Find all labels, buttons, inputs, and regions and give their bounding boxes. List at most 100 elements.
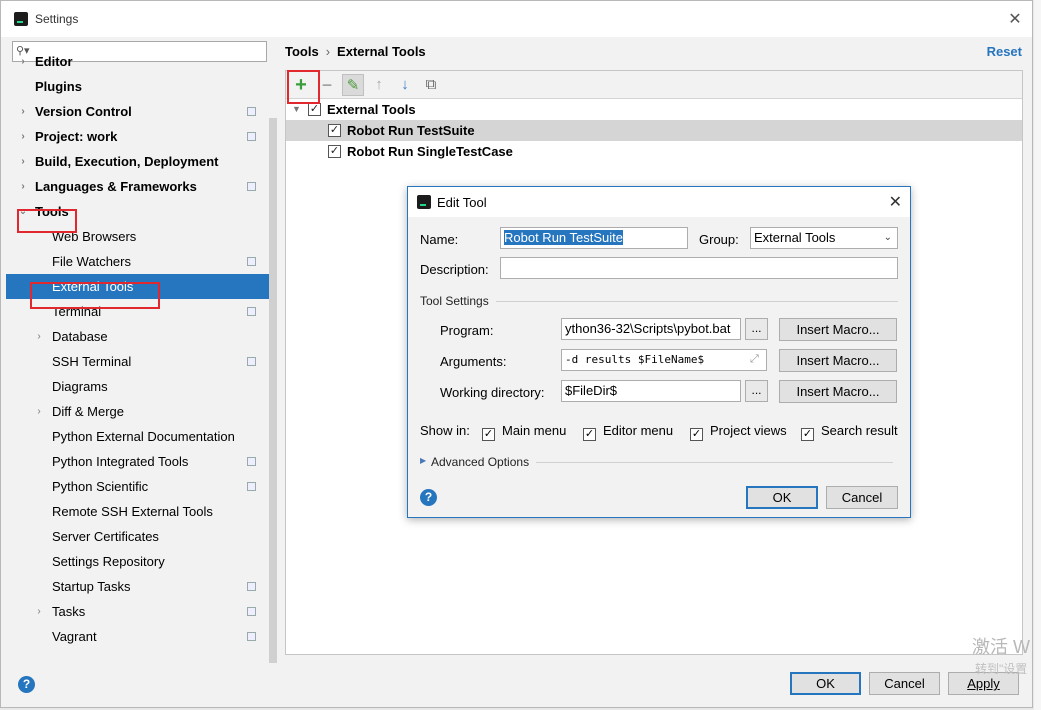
insert-macro-program-button[interactable]: Insert Macro... [779, 318, 897, 341]
chevron-right-icon[interactable]: › [17, 49, 29, 74]
sidebar-scrollbar[interactable] [269, 118, 277, 663]
arguments-input[interactable]: -d results $FileName$ [561, 349, 767, 371]
dialog-title: Edit Tool [437, 195, 487, 210]
sidebar-item[interactable]: ⌄ Tools [6, 199, 274, 224]
show-in-search-result-checkbox[interactable]: ✓ Search result [801, 423, 898, 441]
tool-checkbox[interactable]: ✓ [328, 124, 341, 137]
sidebar-item[interactable]: Python Scientific [6, 474, 274, 499]
name-input[interactable]: Robot Run TestSuite [500, 227, 688, 249]
group-value: External Tools [754, 230, 836, 245]
working-directory-input[interactable]: $FileDir$ [561, 380, 741, 402]
dialog-cancel-button[interactable]: Cancel [826, 486, 898, 509]
sidebar-item[interactable]: › Project: work [6, 124, 274, 149]
sidebar-item[interactable]: External Tools [6, 274, 274, 299]
help-icon[interactable]: ? [18, 676, 35, 693]
breadcrumb-parent[interactable]: Tools [285, 44, 319, 59]
project-level-icon [247, 357, 256, 366]
sidebar-item[interactable]: › Editor [6, 49, 274, 74]
chevron-down-icon[interactable]: ⌄ [17, 199, 29, 224]
show-in-label: Show in: [420, 423, 470, 438]
tool-group-row[interactable]: ▼ ✓ External Tools [286, 99, 1022, 120]
sidebar-item[interactable]: Plugins [6, 74, 274, 99]
group-select[interactable]: External Tools ⌄ [750, 227, 898, 249]
sidebar-item[interactable]: › Languages & Frameworks [6, 174, 274, 199]
sidebar-item[interactable]: Server Certificates [6, 524, 274, 549]
sidebar-item[interactable]: Startup Tasks [6, 574, 274, 599]
settings-sidebar: ⚲▾ › Editor Plugins › Version Control › Projec… [6, 38, 277, 663]
activation-watermark: 激活 W [972, 637, 1030, 657]
chevron-right-icon[interactable]: › [33, 599, 45, 624]
sidebar-item[interactable]: Remote SSH External Tools [6, 499, 274, 524]
program-input[interactable]: ython36-32\Scripts\pybot.bat [561, 318, 741, 340]
close-icon[interactable]: ✕ [1006, 9, 1024, 29]
sidebar-item-label: Vagrant [52, 629, 97, 644]
remove-tool-button[interactable]: − [316, 74, 338, 96]
copy-tool-button[interactable]: ⧉ [420, 74, 442, 96]
chevron-right-icon[interactable]: › [17, 174, 29, 199]
sidebar-item[interactable]: › Build, Execution, Deployment [6, 149, 274, 174]
tool-checkbox[interactable]: ✓ [328, 145, 341, 158]
edit-tool-button[interactable]: ✎ [342, 74, 364, 96]
sidebar-item[interactable]: › Tasks [6, 599, 274, 624]
sidebar-item[interactable]: Terminal [6, 299, 274, 324]
sidebar-item[interactable]: Settings Repository [6, 549, 274, 574]
dialog-ok-button[interactable]: OK [746, 486, 818, 509]
arguments-label: Arguments: [440, 354, 507, 369]
name-value: Robot Run TestSuite [504, 230, 623, 245]
tool-row[interactable]: ✓ Robot Run SingleTestCase [286, 141, 1022, 162]
chevron-right-icon[interactable]: › [17, 149, 29, 174]
sidebar-item[interactable]: File Watchers [6, 249, 274, 274]
browse-program-button[interactable]: ... [745, 318, 768, 340]
checkbox-label: Editor menu [603, 423, 674, 438]
chevron-right-icon[interactable]: › [17, 124, 29, 149]
show-in-editor-menu-checkbox[interactable]: ✓ Editor menu [583, 423, 673, 441]
sidebar-item[interactable]: Python Integrated Tools [6, 449, 274, 474]
sidebar-item[interactable]: Web Browsers [6, 224, 274, 249]
checkbox-check: ✓ [583, 428, 596, 441]
move-up-button[interactable]: ↑ [368, 74, 390, 96]
chevron-right-icon[interactable]: › [17, 99, 29, 124]
advanced-options-label[interactable]: Advanced Options [431, 455, 529, 469]
show-in-main-menu-checkbox[interactable]: ✓ Main menu [482, 423, 566, 441]
chevron-right-icon[interactable]: › [33, 399, 45, 424]
sidebar-item-label: Languages & Frameworks [35, 179, 197, 194]
sidebar-item-label: Editor [35, 54, 73, 69]
sidebar-item[interactable]: › Diff & Merge [6, 399, 274, 424]
sidebar-item[interactable]: SSH Terminal [6, 349, 274, 374]
project-level-icon [247, 482, 256, 491]
sidebar-item[interactable]: Diagrams [6, 374, 274, 399]
sidebar-item-label: Python Integrated Tools [52, 454, 189, 469]
show-in-project-views-checkbox[interactable]: ✓ Project views [690, 423, 787, 441]
description-input[interactable] [500, 257, 898, 279]
sidebar-item[interactable]: Vagrant [6, 624, 274, 649]
sidebar-item-label: Settings Repository [52, 554, 165, 569]
sidebar-item-label: Diff & Merge [52, 404, 125, 419]
move-down-button[interactable]: ↓ [394, 74, 416, 96]
help-icon[interactable]: ? [420, 489, 437, 506]
sidebar-item[interactable]: › Version Control [6, 99, 274, 124]
expand-icon[interactable]: ⤢ [750, 353, 759, 366]
cancel-button[interactable]: Cancel [869, 672, 940, 695]
breadcrumb: Tools › External Tools [285, 44, 426, 59]
checkbox-label: Main menu [502, 423, 567, 438]
chevron-down-icon[interactable]: ▼ [292, 99, 301, 120]
sidebar-item[interactable]: › Database [6, 324, 274, 349]
tool-row[interactable]: ✓ Robot Run TestSuite [286, 120, 1022, 141]
sidebar-item-label: Python Scientific [52, 479, 149, 494]
browse-directory-button[interactable]: ... [745, 380, 768, 402]
insert-macro-directory-button[interactable]: Insert Macro... [779, 380, 897, 403]
insert-macro-arguments-button[interactable]: Insert Macro... [779, 349, 897, 372]
project-level-icon [247, 107, 256, 116]
add-tool-button[interactable]: + [290, 74, 312, 96]
chevron-right-icon[interactable]: › [33, 324, 45, 349]
close-icon[interactable]: ✕ [889, 192, 902, 212]
advanced-chevron-icon[interactable]: ▶ [420, 456, 426, 465]
pycharm-icon [14, 12, 28, 26]
checkbox-check: ✓ [801, 428, 814, 441]
sidebar-item[interactable]: Python External Documentation [6, 424, 274, 449]
reset-link[interactable]: Reset [987, 44, 1022, 59]
tool-label: Robot Run TestSuite [347, 123, 475, 138]
tool-group-checkbox[interactable]: ✓ [308, 103, 321, 116]
ok-button[interactable]: OK [790, 672, 861, 695]
sidebar-item-label: Server Certificates [52, 529, 159, 544]
